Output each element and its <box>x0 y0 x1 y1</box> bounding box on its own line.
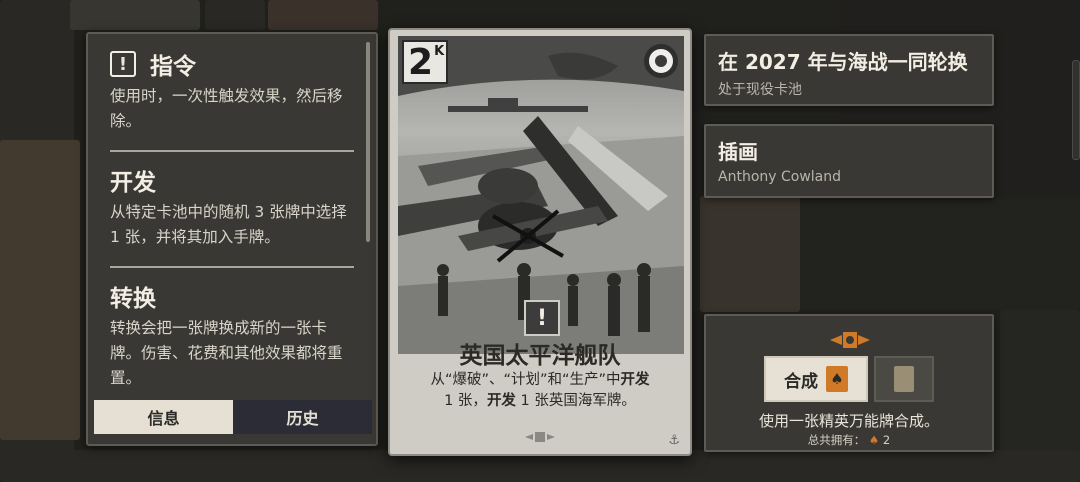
keyword-description: 从特定卡池中的随机 3 张牌中选择 1 张，并将其加入手牌。 <box>110 203 347 246</box>
rotation-title: 在 2027 年与海战一同轮换 <box>718 50 968 74</box>
elite-emblem-icon <box>830 330 870 354</box>
craft-description: 使用一张精英万能牌合成。 <box>758 412 939 430</box>
rarity-label: K <box>434 44 445 59</box>
spade-icon: ♠ <box>868 433 880 447</box>
craft-panel: 合成 ♠ 使用一张精英万能牌合成。 总共拥有： ♠ 2 <box>704 314 994 452</box>
illustration-title: 插画 <box>718 140 758 164</box>
keyword-description: 使用时，一次性触发效果，然后移除。 <box>110 87 343 130</box>
card-detail[interactable]: 2 K ! 英国太平洋舰队 从“爆破”、“计划”和“生产”中开发 1 张，开发 … <box>388 28 692 456</box>
keyword-description: 转换会把一张牌换成新的一张卡牌。伤害、花费和其他效果都将重置。 <box>110 319 343 387</box>
keyword-panel: ! 指令 使用时，一次性触发效果，然后移除。 开发 从特定卡池中的随机 3 张牌… <box>86 32 378 446</box>
keyword-entry: 开发 从特定卡池中的随机 3 张牌中选择 1 张，并将其加入手牌。 <box>110 164 368 250</box>
tab-info[interactable]: 信息 <box>94 400 233 434</box>
rotation-panel: 在 2027 年与海战一同轮换 处于现役卡池 <box>704 34 994 106</box>
elite-wildcard-icon: ♠ <box>826 366 848 392</box>
keyword-title: 转换 <box>110 286 156 312</box>
alternate-craft-button[interactable] <box>874 356 934 402</box>
keyword-title: 开发 <box>110 170 156 196</box>
rotation-status: 处于现役卡池 <box>718 82 802 98</box>
keyword-list[interactable]: ! 指令 使用时，一次性触发效果，然后移除。 开发 从特定卡池中的随机 3 张牌… <box>88 34 368 390</box>
keyword-title: 指令 <box>150 54 196 80</box>
divider <box>110 266 354 268</box>
tab-history[interactable]: 历史 <box>233 400 372 434</box>
craft-button-label: 合成 <box>784 371 818 392</box>
divider <box>110 150 354 152</box>
anchor-icon: ⚓ <box>668 433 680 448</box>
card-cost: 2 K <box>402 40 448 84</box>
keyword-entry: 转换 转换会把一张牌换成新的一张卡牌。伤害、花费和其他效果都将重置。 <box>110 280 368 390</box>
craft-button[interactable]: 合成 ♠ <box>764 356 868 402</box>
scrollbar[interactable] <box>366 42 370 242</box>
owned-count: 总共拥有： ♠ 2 <box>807 433 891 447</box>
panel-tabs: 信息 历史 <box>94 400 372 434</box>
illustration-panel: 插画 Anthony Cowland <box>704 124 994 198</box>
uk-roundel-icon <box>644 44 678 78</box>
cost-value: 2 <box>408 42 434 83</box>
artist-name: Anthony Cowland <box>718 169 842 185</box>
card-footer-emblem <box>390 430 690 444</box>
keyword-entry: ! 指令 使用时，一次性触发效果，然后移除。 <box>110 48 368 134</box>
card-text: 从“爆破”、“计划”和“生产”中开发 1 张，开发 1 张英国海军牌。 <box>430 372 650 409</box>
card-back-icon <box>894 366 914 392</box>
exclamation-box-icon: ! <box>110 51 136 77</box>
order-type-icon: ! <box>524 300 560 336</box>
card-name: 英国太平洋舰队 <box>459 343 621 369</box>
